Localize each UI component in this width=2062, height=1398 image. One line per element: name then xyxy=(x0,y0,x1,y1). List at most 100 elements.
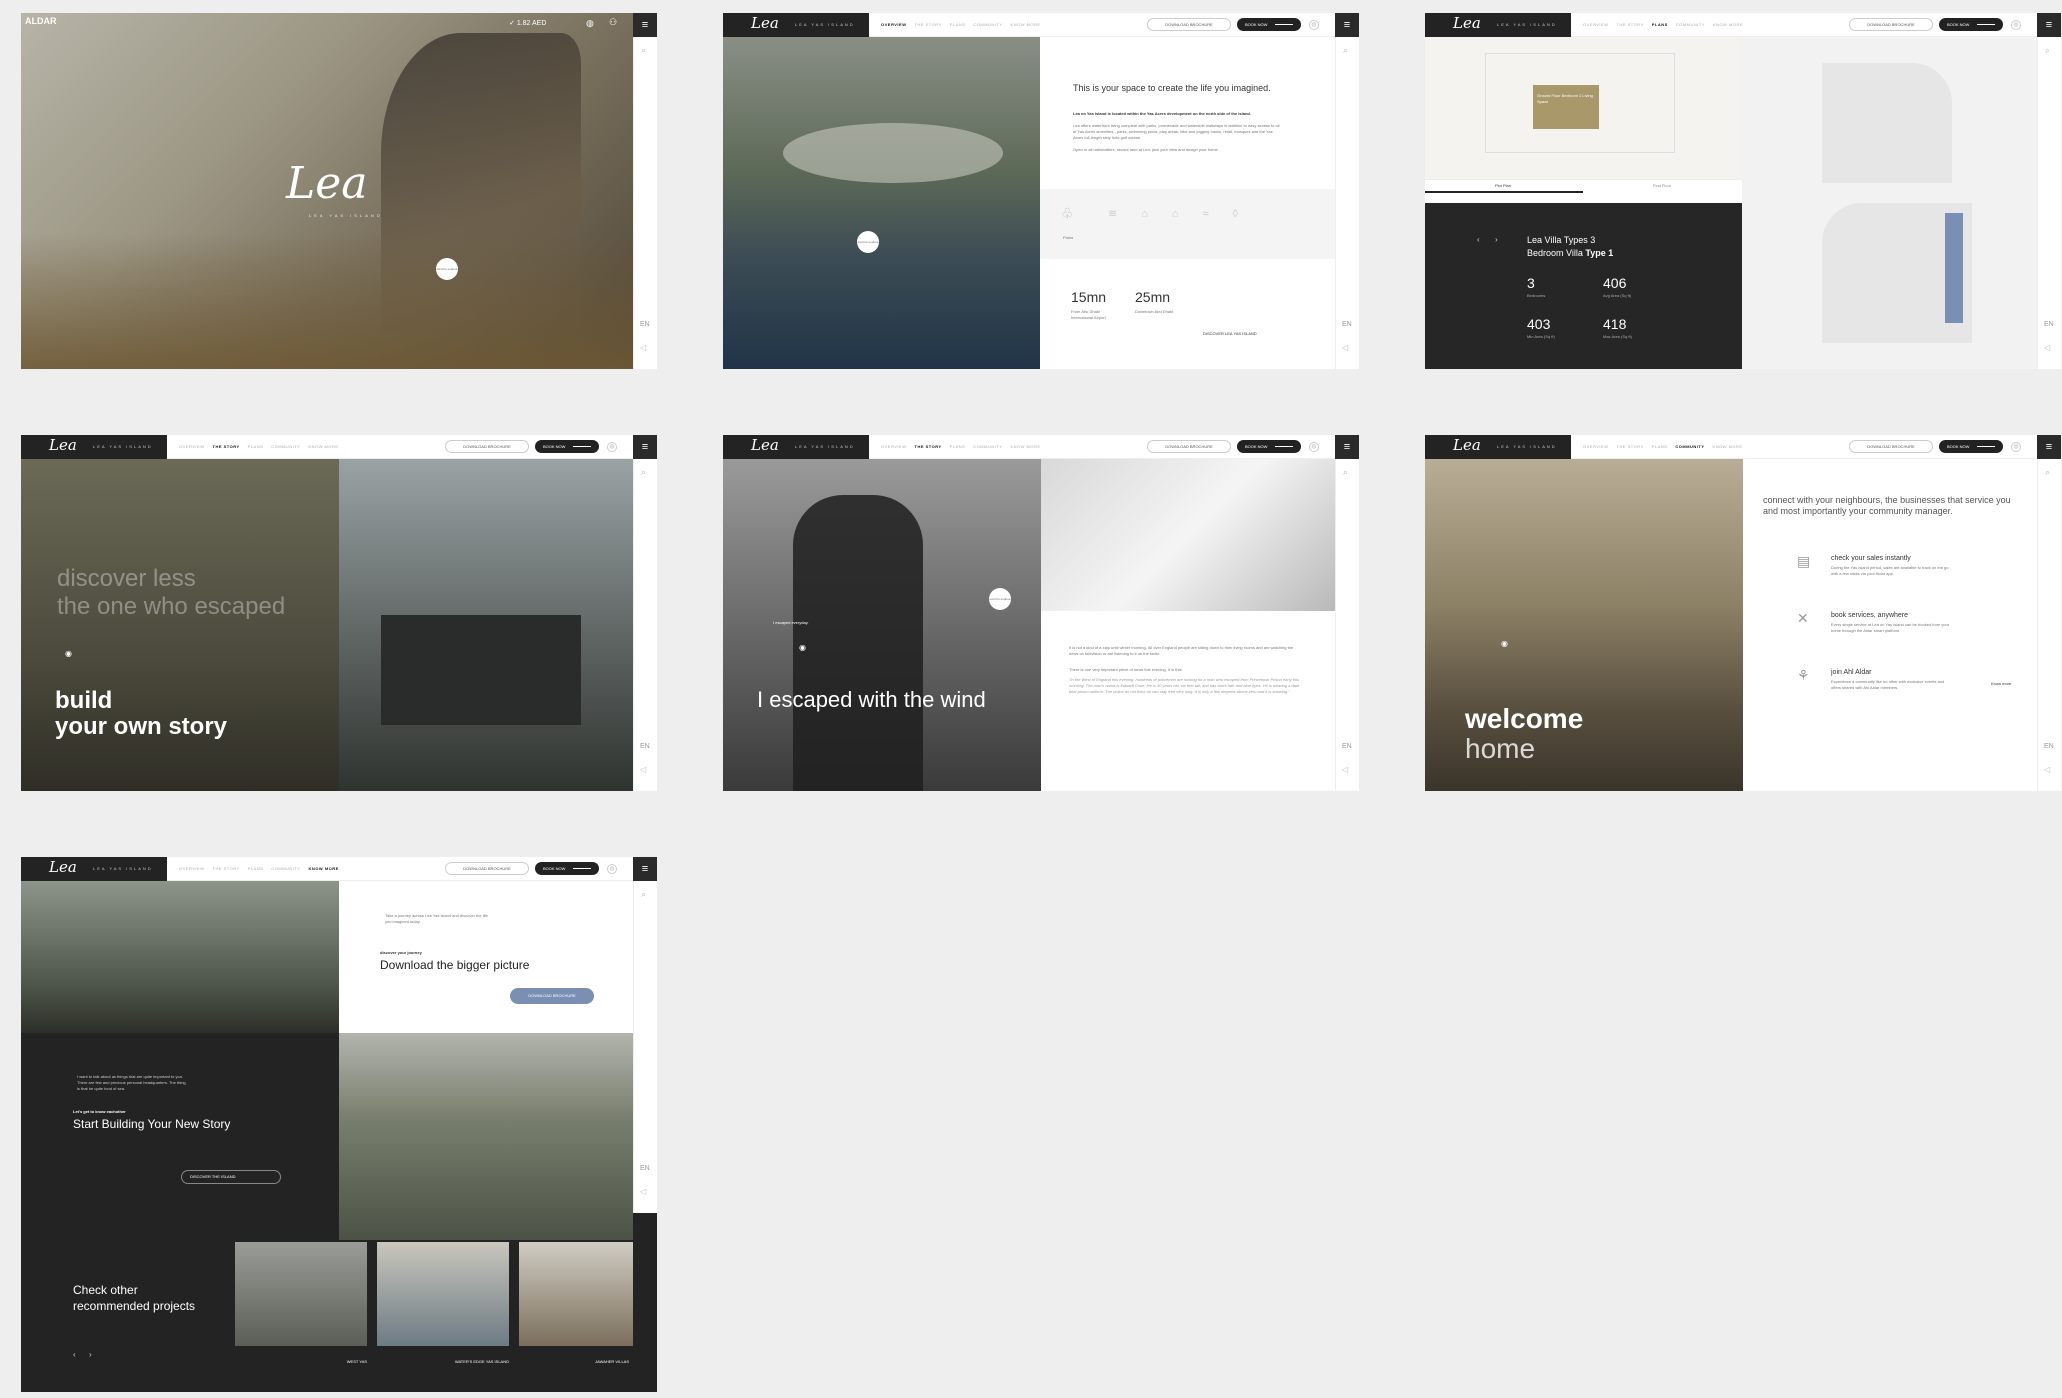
scroll-circle[interactable]: scroll to explore xyxy=(436,258,458,280)
rec-next-arrow[interactable]: › xyxy=(89,1350,92,1359)
aldar-logo[interactable]: ALDAR xyxy=(25,16,57,26)
nav-overview[interactable]: OVERVIEW xyxy=(179,444,205,449)
nav-know-more[interactable]: KNOW MORE xyxy=(1011,22,1041,27)
sound-icon[interactable]: ◁ xyxy=(1342,765,1348,774)
nav-know-more[interactable]: KNOW MORE xyxy=(309,866,339,871)
menu-icon[interactable]: ≡ xyxy=(2037,13,2061,37)
book-now-button[interactable]: BOOK NOW xyxy=(1237,18,1301,31)
nav-overview[interactable]: OVERVIEW xyxy=(1583,22,1609,27)
globe-icon[interactable]: ◍ xyxy=(1309,20,1319,30)
logo[interactable]: Lea LEA YAS ISLAND xyxy=(723,13,869,37)
logo[interactable]: Lea LEA YAS ISLAND xyxy=(21,435,167,459)
nav-story[interactable]: THE STORY xyxy=(213,866,240,871)
sound-icon[interactable]: ◁ xyxy=(1342,343,1348,352)
nav-overview[interactable]: OVERVIEW xyxy=(179,866,205,871)
language-switch[interactable]: EN xyxy=(640,1165,650,1172)
menu-icon[interactable]: ≡ xyxy=(633,435,657,459)
prev-arrow[interactable]: ‹ xyxy=(1477,235,1480,244)
nav-plans[interactable]: PLANS xyxy=(1652,444,1668,449)
timeline-dot[interactable]: ◉ xyxy=(65,649,72,658)
project-1-label[interactable]: WEST YAS xyxy=(235,1359,367,1364)
search-icon[interactable]: ⌕ xyxy=(2045,467,2050,478)
timeline-dot[interactable]: ◉ xyxy=(799,643,806,652)
globe-icon[interactable]: ◍ xyxy=(2011,20,2021,30)
language-switch[interactable]: EN xyxy=(2044,743,2054,750)
globe-icon[interactable]: ◍ xyxy=(2011,442,2021,452)
globe-icon[interactable]: ◍ xyxy=(586,18,594,29)
download-brochure-button[interactable]: DOWNLOAD BROCHURE xyxy=(445,440,529,453)
book-now-button[interactable]: BOOK NOW xyxy=(1939,18,2003,31)
project-3-label[interactable]: JAWAHER VILLAS xyxy=(519,1359,629,1364)
download-brochure-button[interactable]: DOWNLOAD BROCHURE xyxy=(1147,440,1231,453)
nav-story[interactable]: THE STORY xyxy=(915,22,942,27)
sound-icon[interactable]: ◁ xyxy=(640,343,646,352)
download-brochure-button[interactable]: DOWNLOAD BROCHURE xyxy=(1849,18,1933,31)
user-icon[interactable]: ⚇ xyxy=(609,17,617,28)
nav-community[interactable]: COMMUNITY xyxy=(973,444,1002,449)
project-card-2[interactable] xyxy=(377,1242,509,1346)
search-icon[interactable]: ⌕ xyxy=(641,889,646,900)
logo[interactable]: Lea LEA YAS ISLAND xyxy=(21,857,167,881)
know-more-link[interactable]: Know more xyxy=(1991,681,2011,686)
menu-icon[interactable]: ≡ xyxy=(2037,435,2061,459)
nav-story[interactable]: THE STORY xyxy=(1617,444,1644,449)
nav-community[interactable]: COMMUNITY xyxy=(1676,22,1705,27)
language-switch[interactable]: EN xyxy=(1342,743,1352,750)
slider-circle[interactable]: scroll to explore xyxy=(857,231,879,253)
globe-icon[interactable]: ◍ xyxy=(607,442,617,452)
download-brochure-button[interactable]: DOWNLOAD BROCHURE xyxy=(445,862,529,875)
sound-icon[interactable]: ◁ xyxy=(640,765,646,774)
nav-story[interactable]: THE STORY xyxy=(915,444,942,449)
next-arrow[interactable]: › xyxy=(1495,235,1498,244)
search-icon[interactable]: ⌕ xyxy=(1343,45,1348,56)
project-2-label[interactable]: WATER'S EDGE YAS ISLAND xyxy=(377,1359,509,1364)
nav-plans[interactable]: PLANS xyxy=(950,22,966,27)
nav-plans[interactable]: PLANS xyxy=(1652,22,1668,27)
nav-community[interactable]: COMMUNITY xyxy=(271,444,300,449)
menu-icon[interactable]: ≡ xyxy=(1335,435,1359,459)
menu-icon[interactable]: ≡ xyxy=(633,857,657,881)
project-card-3[interactable] xyxy=(519,1242,633,1346)
rec-prev-arrow[interactable]: ‹ xyxy=(73,1350,76,1359)
nav-know-more[interactable]: KNOW MORE xyxy=(1713,22,1743,27)
discover-lea-link[interactable]: DISCOVER LEA YAS ISLAND xyxy=(1203,331,1257,336)
park-icon[interactable]: ♧ xyxy=(1061,205,1074,222)
book-now-button[interactable]: BOOK NOW xyxy=(535,440,599,453)
search-icon[interactable]: ⌕ xyxy=(641,45,646,56)
search-icon[interactable]: ⌕ xyxy=(2045,45,2050,56)
logo[interactable]: Lea LEA YAS ISLAND xyxy=(723,435,869,459)
discover-island-button[interactable]: DISCOVER THE ISLAND xyxy=(181,1170,281,1184)
amenity-icons[interactable]: ≋⌂⌂≈◊ xyxy=(1108,207,1262,220)
timeline-dot[interactable]: ◉ xyxy=(1501,639,1508,648)
nav-know-more[interactable]: KNOW MORE xyxy=(1713,444,1743,449)
nav-community[interactable]: COMMUNITY xyxy=(271,866,300,871)
download-brochure-button[interactable]: DOWNLOAD BROCHURE xyxy=(1849,440,1933,453)
tab-first-floor[interactable]: First Floor xyxy=(1653,183,1671,188)
slider-circle[interactable]: scroll to explore xyxy=(989,588,1011,610)
nav-plans[interactable]: PLANS xyxy=(248,444,264,449)
menu-icon[interactable]: ≡ xyxy=(1335,13,1359,37)
nav-overview[interactable]: OVERVIEW xyxy=(881,444,907,449)
tab-plot-plan[interactable]: Plot Plan xyxy=(1495,183,1511,188)
download-brochure-cta[interactable]: DOWNLOAD BROCHURE xyxy=(510,988,594,1004)
nav-overview[interactable]: OVERVIEW xyxy=(1583,444,1609,449)
nav-know-more[interactable]: KNOW MORE xyxy=(1010,444,1040,449)
nav-know-more[interactable]: KNOW MORE xyxy=(308,444,338,449)
sound-icon[interactable]: ◁ xyxy=(2044,343,2050,352)
search-icon[interactable]: ⌕ xyxy=(641,467,646,478)
book-now-button[interactable]: BOOK NOW xyxy=(535,862,599,875)
book-now-button[interactable]: BOOK NOW xyxy=(1237,440,1301,453)
nav-plans[interactable]: PLANS xyxy=(248,866,264,871)
language-switch[interactable]: EN xyxy=(640,321,650,328)
language-switch[interactable]: EN xyxy=(1342,321,1352,328)
language-switch[interactable]: EN xyxy=(640,743,650,750)
site-highlight[interactable] xyxy=(1945,213,1963,323)
nav-plans[interactable]: PLANS xyxy=(950,444,966,449)
globe-icon[interactable]: ◍ xyxy=(1309,442,1319,452)
project-card-1[interactable] xyxy=(235,1242,367,1346)
nav-story[interactable]: THE STORY xyxy=(213,444,240,449)
nav-overview[interactable]: OVERVIEW xyxy=(881,22,907,27)
book-now-button[interactable]: BOOK NOW xyxy=(1939,440,2003,453)
menu-icon[interactable]: ≡ xyxy=(633,13,657,37)
globe-icon[interactable]: ◍ xyxy=(607,864,617,874)
